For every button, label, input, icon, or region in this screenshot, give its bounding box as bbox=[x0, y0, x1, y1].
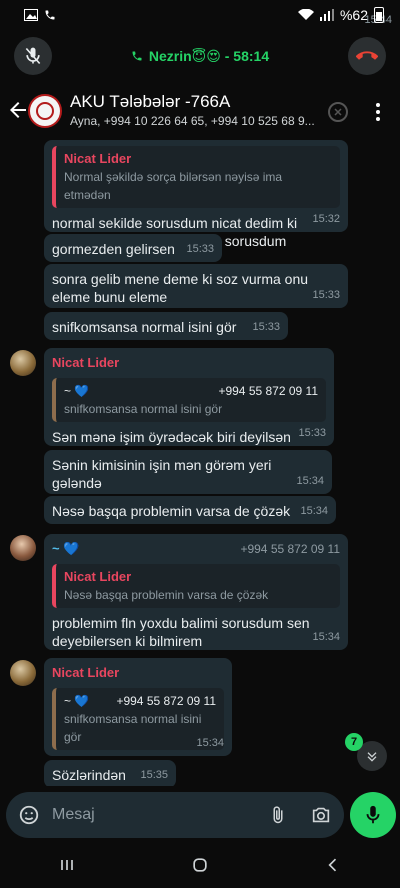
message-time: 15:33 bbox=[186, 243, 214, 255]
phone-call-icon bbox=[45, 10, 55, 20]
home-icon[interactable] bbox=[190, 855, 210, 875]
quoted-message[interactable]: Nicat Lider Nəsə başqa problemin varsa d… bbox=[52, 564, 340, 608]
message-time: 15:34 bbox=[300, 505, 328, 517]
message-time: 15:34 bbox=[312, 631, 340, 643]
signal-icon bbox=[319, 9, 334, 21]
message-bubble[interactable]: snifkomsansa normal isini gör 15:33 bbox=[44, 312, 288, 340]
phone-icon bbox=[132, 51, 142, 61]
chat-header: AKU Tələbələr -766A Ayna, +994 10 226 64… bbox=[0, 86, 400, 136]
more-options-icon[interactable] bbox=[366, 100, 390, 124]
message-text: Sənin kimisinin işin mən görəm yeri gələ… bbox=[52, 457, 272, 491]
quoted-text: Normal şəkildə sorça bilərsən nəyisə ima… bbox=[64, 170, 283, 202]
wifi-icon bbox=[297, 9, 314, 20]
mute-button[interactable] bbox=[14, 37, 52, 75]
voice-record-button[interactable] bbox=[350, 792, 396, 838]
sender-avatar[interactable] bbox=[10, 350, 36, 376]
message-bubble[interactable]: gormezden gelirsen 15:33 bbox=[44, 234, 222, 262]
message-time: 15:33 bbox=[298, 427, 326, 439]
microphone-icon bbox=[366, 805, 380, 824]
message-text: Sən mənə işim öyrədəcək biri deyilsən bbox=[52, 429, 291, 445]
add-call-icon[interactable] bbox=[326, 100, 350, 124]
message-bubble[interactable]: Sözlərindən 15:35 bbox=[44, 760, 176, 786]
quoted-phone: +994 55 872 09 11 bbox=[218, 384, 318, 398]
mic-off-icon bbox=[25, 47, 41, 65]
call-label: Nezrin😇😍 - 58:14 bbox=[148, 47, 270, 64]
double-chevron-down-icon bbox=[367, 752, 377, 762]
battery-icon bbox=[374, 7, 384, 23]
message-bubble[interactable]: Nəsə başqa problemin varsa de çözək 15:3… bbox=[44, 496, 336, 524]
sender-name[interactable]: Nicat Lider bbox=[52, 354, 326, 372]
message-bubble[interactable]: Nicat Lider ~ 💙 +994 55 872 09 11 snifkom… bbox=[44, 348, 334, 446]
system-nav-bar bbox=[0, 842, 400, 888]
message-time: 15:33 bbox=[312, 289, 340, 301]
message-text: Nəsə başqa problemin varsa de çözək bbox=[52, 503, 291, 519]
message-text: sonra gelib mene deme ki soz vurma onu e… bbox=[52, 271, 309, 305]
message-text: Sözlərindən bbox=[52, 767, 126, 783]
message-bubble[interactable]: ~ 💙 +994 55 872 09 11 Nicat Lider Nəsə b… bbox=[44, 534, 348, 650]
attach-icon[interactable] bbox=[268, 804, 288, 826]
message-text: snifkomsansa normal isini gör bbox=[52, 319, 237, 335]
call-status: Nezrin😇😍 - 58:14 bbox=[131, 48, 269, 65]
message-bubble[interactable]: Sənin kimisinin işin mən görəm yeri gələ… bbox=[44, 450, 332, 494]
message-text: problemim fln yoxdu balimi sorusdum sen … bbox=[52, 615, 310, 649]
message-bubble[interactable]: sonra gelib mene deme ki soz vurma onu e… bbox=[44, 264, 348, 308]
message-input[interactable]: Mesaj bbox=[52, 806, 95, 824]
gallery-icon bbox=[24, 9, 38, 21]
message-time: 15:32 bbox=[312, 213, 340, 225]
group-members[interactable]: Ayna, +994 10 226 64 65, +994 10 525 68 … bbox=[70, 114, 320, 128]
sticker-icon[interactable] bbox=[18, 804, 40, 826]
message-list[interactable]: Nicat Lider Normal şəkildə sorça bilərsə… bbox=[0, 136, 400, 786]
group-title[interactable]: AKU Tələbələr -766A bbox=[70, 92, 230, 112]
quoted-text: snifkomsansa normal isini gör bbox=[64, 402, 223, 416]
quoted-text: Nəsə başqa problemin varsa de çözək bbox=[64, 588, 269, 602]
quoted-phone: +994 55 872 09 11 bbox=[116, 694, 216, 708]
quoted-sender: ~ 💙 bbox=[64, 384, 90, 398]
message-time: 15:33 bbox=[252, 321, 280, 333]
camera-icon[interactable] bbox=[310, 804, 332, 826]
sender-phone: +994 55 872 09 11 bbox=[240, 542, 340, 556]
end-call-icon bbox=[356, 51, 378, 60]
sender-name[interactable]: Nicat Lider bbox=[52, 664, 224, 682]
quoted-text: snifkomsansa normal isini gör bbox=[64, 712, 202, 744]
sender-avatar[interactable] bbox=[10, 535, 36, 561]
message-text: gormezden gelirsen bbox=[52, 241, 175, 257]
ongoing-call-bar[interactable]: Nezrin😇😍 - 58:14 bbox=[0, 32, 400, 80]
status-bar: 15:44 %62 bbox=[0, 0, 400, 30]
quoted-sender: Nicat Lider bbox=[64, 569, 132, 584]
message-time: 15:34 bbox=[196, 737, 224, 749]
message-composer[interactable]: Mesaj bbox=[6, 792, 344, 838]
message-time: 15:34 bbox=[296, 475, 324, 487]
group-avatar[interactable] bbox=[28, 94, 62, 128]
hang-up-button[interactable] bbox=[348, 37, 386, 75]
message-bubble[interactable]: Nicat Lider ~ 💙 +994 55 872 09 11 snifkom… bbox=[44, 658, 232, 773]
quoted-sender: ~ 💙 bbox=[64, 694, 90, 708]
message-bubble[interactable]: Nicat Lider Normal şəkildə sorça bilərsə… bbox=[44, 140, 348, 249]
back-arrow-icon[interactable] bbox=[6, 98, 30, 122]
unread-count-badge: 7 bbox=[345, 733, 363, 751]
quoted-message[interactable]: ~ 💙 +994 55 872 09 11 snifkomsansa normal… bbox=[52, 378, 326, 422]
back-icon[interactable] bbox=[323, 855, 343, 875]
recent-apps-icon[interactable] bbox=[57, 855, 77, 875]
quoted-message[interactable]: Nicat Lider Normal şəkildə sorça bilərsə… bbox=[52, 146, 340, 208]
message-time: 15:35 bbox=[140, 769, 168, 781]
quoted-sender: Nicat Lider bbox=[64, 151, 132, 166]
sender-name[interactable]: ~ 💙 bbox=[52, 540, 79, 558]
sender-avatar[interactable] bbox=[10, 660, 36, 686]
